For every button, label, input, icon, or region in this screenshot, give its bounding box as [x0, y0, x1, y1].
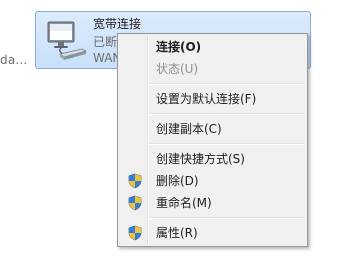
menu-item-connect[interactable]: 连接(O) [120, 36, 305, 58]
menu-item-create-shortcut[interactable]: 创建快捷方式(S) [120, 148, 305, 170]
menu-item-label: 状态(U) [156, 62, 199, 76]
truncated-item-label: da... [0, 53, 28, 67]
context-menu: 连接(O) 状态(U) 设置为默认连接(F) 创建副本(C) 创建快捷方式(S)… [117, 33, 308, 247]
uac-shield-icon [128, 173, 142, 189]
menu-item-delete[interactable]: 删除(D) [120, 170, 305, 192]
connection-name: 宽带连接 [93, 17, 142, 31]
menu-separator [149, 143, 304, 145]
menu-item-status[interactable]: 状态(U) [120, 58, 305, 80]
uac-shield-icon [128, 195, 142, 211]
menu-separator [149, 113, 304, 115]
menu-item-label: 属性(R) [156, 226, 198, 240]
network-computer-icon [47, 21, 88, 60]
menu-item-set-default[interactable]: 设置为默认连接(F) [120, 88, 305, 110]
menu-item-create-copy[interactable]: 创建副本(C) [120, 118, 305, 140]
menu-separator [149, 217, 304, 219]
menu-item-label: 设置为默认连接(F) [156, 92, 257, 106]
menu-item-properties[interactable]: 属性(R) [120, 222, 305, 244]
connection-status: 已断 [93, 35, 118, 49]
menu-item-label: 连接(O) [156, 40, 202, 54]
uac-shield-icon [128, 225, 142, 241]
menu-item-label: 删除(D) [156, 174, 199, 188]
menu-item-label: 创建副本(C) [156, 122, 222, 136]
menu-item-rename[interactable]: 重命名(M) [120, 192, 305, 214]
menu-item-label: 创建快捷方式(S) [156, 152, 245, 166]
menu-separator [149, 83, 304, 85]
menu-item-label: 重命名(M) [156, 196, 212, 210]
